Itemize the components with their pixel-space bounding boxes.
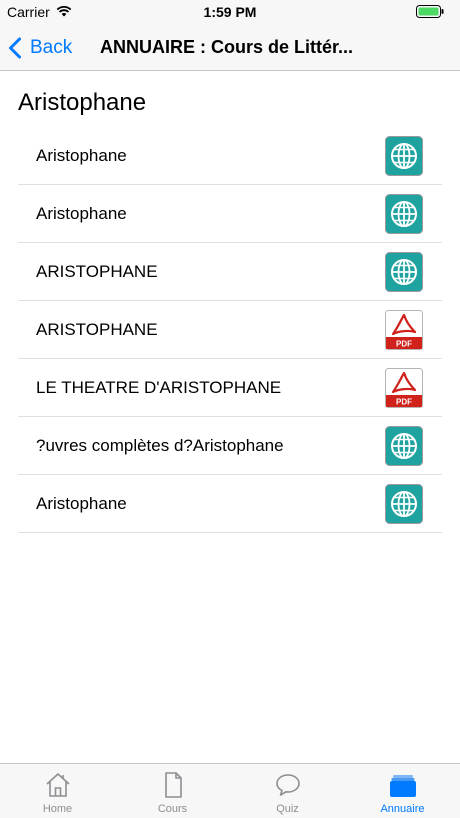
list-item-label: Aristophane [36,494,127,513]
back-label: Back [30,37,73,58]
folder-icon [389,775,416,797]
list-item-label: ?uvres complètes d?Aristophane [36,436,284,455]
back-button[interactable]: Back [8,34,72,62]
list-item-label: ARISTOPHANE [36,320,158,339]
list-item-label: Aristophane [36,204,127,223]
globe-icon[interactable] [385,194,423,234]
navigation-bar: Back ANNUAIRE : Cours de Littér... [0,24,460,71]
list-item[interactable]: Aristophane [18,185,442,243]
globe-icon[interactable] [385,252,423,292]
screen: Carrier 1:59 PM Back ANNUAIRE : Cours de… [0,0,460,818]
tab-label: Quiz [276,803,299,815]
tab-label: Cours [157,803,188,815]
pdf-icon[interactable]: PDF [385,368,423,408]
status-bar: Carrier 1:59 PM [0,0,460,24]
chevron-left-icon [9,37,21,59]
list-item[interactable]: ?uvres complètes d?Aristophane [18,417,442,475]
globe-icon[interactable] [385,484,423,524]
pdf-icon-text: PDF [396,340,412,349]
status-time: 1:59 PM [203,4,257,20]
globe-icon[interactable] [385,136,423,176]
list-item[interactable]: LE THEATRE D'ARISTOPHANE PDF [18,359,442,417]
list-item-label: LE THEATRE D'ARISTOPHANE [36,378,282,397]
tab-label: Annuaire [380,803,425,815]
list-item-label: ARISTOPHANE [36,262,158,281]
tab-bar: Home Cours Quiz Annuaire [0,763,460,818]
battery-icon [416,5,444,18]
pdf-icon-text: PDF [396,398,412,407]
tab-quiz[interactable]: Quiz [230,764,345,818]
document-icon [164,772,182,798]
resource-list: Aristophane Aristophane ARISTOPHANE ARIS… [18,127,442,533]
tab-cours[interactable]: Cours [115,764,230,818]
tab-home[interactable]: Home [0,764,115,818]
list-item-label: Aristophane [36,146,127,165]
house-icon [45,773,70,797]
tab-label: Home [42,803,73,815]
list-item[interactable]: Aristophane [18,127,442,185]
tab-annuaire[interactable]: Annuaire [345,764,460,818]
section-title: Aristophane [18,89,147,116]
list-item[interactable]: ARISTOPHANE [18,243,442,301]
list-item[interactable]: Aristophane [18,475,442,533]
list-item[interactable]: ARISTOPHANE PDF [18,301,442,359]
pdf-icon[interactable]: PDF [385,310,423,350]
chat-bubble-icon [275,774,300,796]
globe-icon[interactable] [385,426,423,466]
page-title: ANNUAIRE : Cours de Littér... [100,37,354,57]
